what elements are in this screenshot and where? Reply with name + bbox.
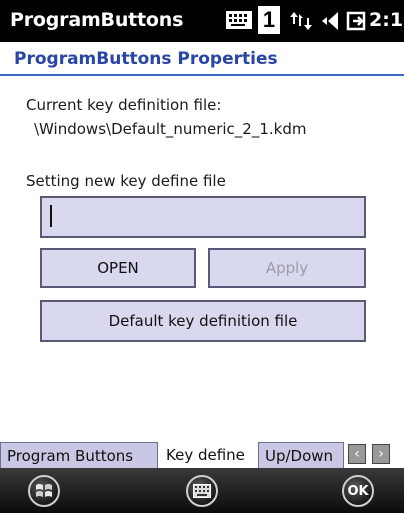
current-key-label: Current key definition file: [26,96,222,114]
header-divider [0,74,404,76]
tab-bar: Program Buttons Key define Up/Down ‹ › [0,436,404,468]
start-menu-icon[interactable] [28,475,60,507]
tab-label: Program Buttons [7,446,134,465]
title-bar: ProgramButtons 1 2:1 [0,0,404,42]
default-key-button[interactable]: Default key definition file [40,300,366,342]
new-key-label: Setting new key define file [26,172,226,190]
sip-keyboard-icon[interactable] [186,475,218,507]
tab-label: Up/Down [265,446,334,465]
keyboard-icon[interactable] [226,11,252,29]
tab-scroll-right-icon[interactable]: › [372,444,390,464]
notification-number[interactable]: 1 [258,6,280,34]
bottom-bar: OK [0,468,404,513]
tab-key-define[interactable]: Key define [160,442,256,468]
open-button[interactable]: OPEN [40,248,196,288]
clock[interactable]: 2:10 [369,9,404,31]
page-title: ProgramButtons Properties [14,49,278,69]
speaker-icon[interactable] [318,8,344,34]
text-caret [50,205,52,227]
tab-scroll-left-icon[interactable]: ‹ [348,444,366,464]
tab-label: Key define [166,446,245,464]
page-header: ProgramButtons Properties [0,42,404,76]
window-title[interactable]: ProgramButtons [10,9,183,31]
tab-program-buttons[interactable]: Program Buttons [0,442,158,468]
ok-button[interactable]: OK [342,475,374,507]
current-key-path: \Windows\Default_numeric_2_1.kdm [34,120,307,138]
network-icon[interactable] [288,8,314,34]
battery-icon[interactable] [346,9,368,33]
apply-button[interactable]: Apply [208,248,366,288]
key-file-input[interactable] [40,196,366,238]
tab-up-down[interactable]: Up/Down [258,442,344,468]
